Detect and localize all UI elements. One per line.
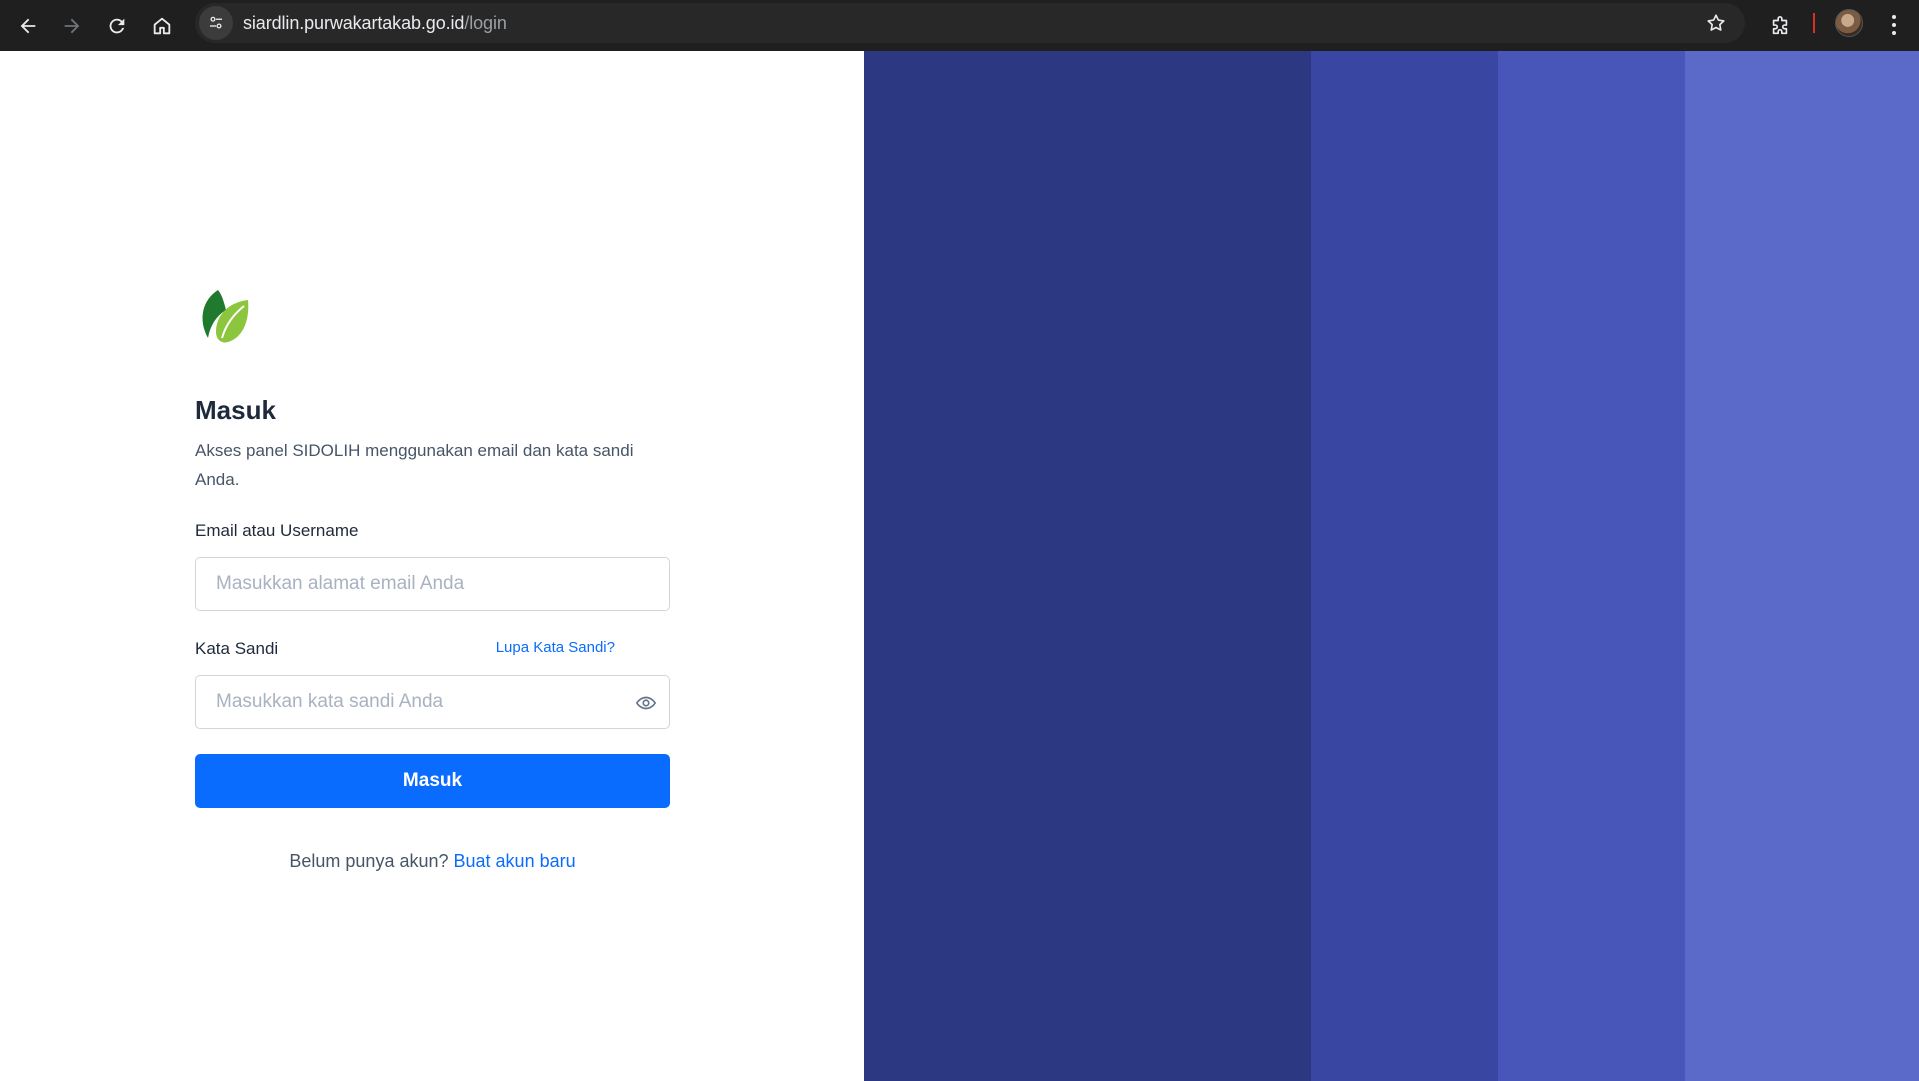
- stripe-4: [1685, 51, 1919, 1081]
- email-field-wrapper: [195, 557, 670, 611]
- profile-avatar[interactable]: [1835, 9, 1863, 37]
- back-icon: [20, 18, 36, 34]
- home-icon: [153, 17, 171, 35]
- page-title: Masuk: [195, 395, 276, 425]
- page-subtitle: Akses panel SIDOLIH menggunakan email da…: [195, 441, 634, 489]
- password-field[interactable]: [216, 691, 616, 713]
- login-submit-button[interactable]: Masuk: [195, 754, 670, 808]
- more-menu-button[interactable]: [1877, 8, 1911, 42]
- forgot-password-link[interactable]: Lupa Kata Sandi?: [496, 639, 615, 656]
- site-info-button[interactable]: [199, 6, 233, 40]
- address-bar[interactable]: siardlin.purwakartakab.go.id/login: [195, 3, 1745, 43]
- extensions-button[interactable]: [1762, 8, 1798, 44]
- url-text: siardlin.purwakartakab.go.id/login: [243, 13, 507, 34]
- back-button[interactable]: [8, 6, 48, 46]
- signup-link[interactable]: Buat akun baru: [454, 851, 576, 871]
- stripe-3: [1498, 51, 1685, 1081]
- more-menu-icon: [1892, 15, 1896, 35]
- login-panel: Masuk Akses panel SIDOLIH menggunakan em…: [0, 51, 864, 1081]
- password-label: Kata Sandi: [195, 639, 279, 658]
- signup-prompt-line: Belum punya akun? Buat akun baru: [195, 851, 670, 872]
- extensions-icon: [1772, 16, 1788, 35]
- reload-icon: [109, 18, 125, 34]
- browser-toolbar: siardlin.purwakartakab.go.id/login: [0, 0, 1919, 51]
- profile-divider: [1813, 13, 1815, 33]
- stripe-1: [864, 51, 1311, 1081]
- forward-button[interactable]: [52, 6, 92, 46]
- bookmark-star-icon[interactable]: [1705, 12, 1727, 34]
- home-button[interactable]: [142, 6, 182, 46]
- email-label: Email atau Username: [195, 521, 359, 540]
- url-path: /login: [464, 12, 507, 33]
- url-host: siardlin.purwakartakab.go.id: [243, 12, 465, 33]
- show-password-eye-icon[interactable]: [635, 692, 657, 714]
- leaf-logo-icon: [202, 290, 249, 343]
- reload-button[interactable]: [97, 6, 137, 46]
- stripe-2: [1311, 51, 1498, 1081]
- password-field-wrapper: [195, 675, 670, 729]
- decorative-stripes-panel: [864, 51, 1919, 1081]
- email-field[interactable]: [216, 573, 669, 595]
- forward-icon: [64, 18, 80, 34]
- site-info-icon: [210, 16, 222, 29]
- signup-prompt-text: Belum punya akun?: [289, 851, 449, 871]
